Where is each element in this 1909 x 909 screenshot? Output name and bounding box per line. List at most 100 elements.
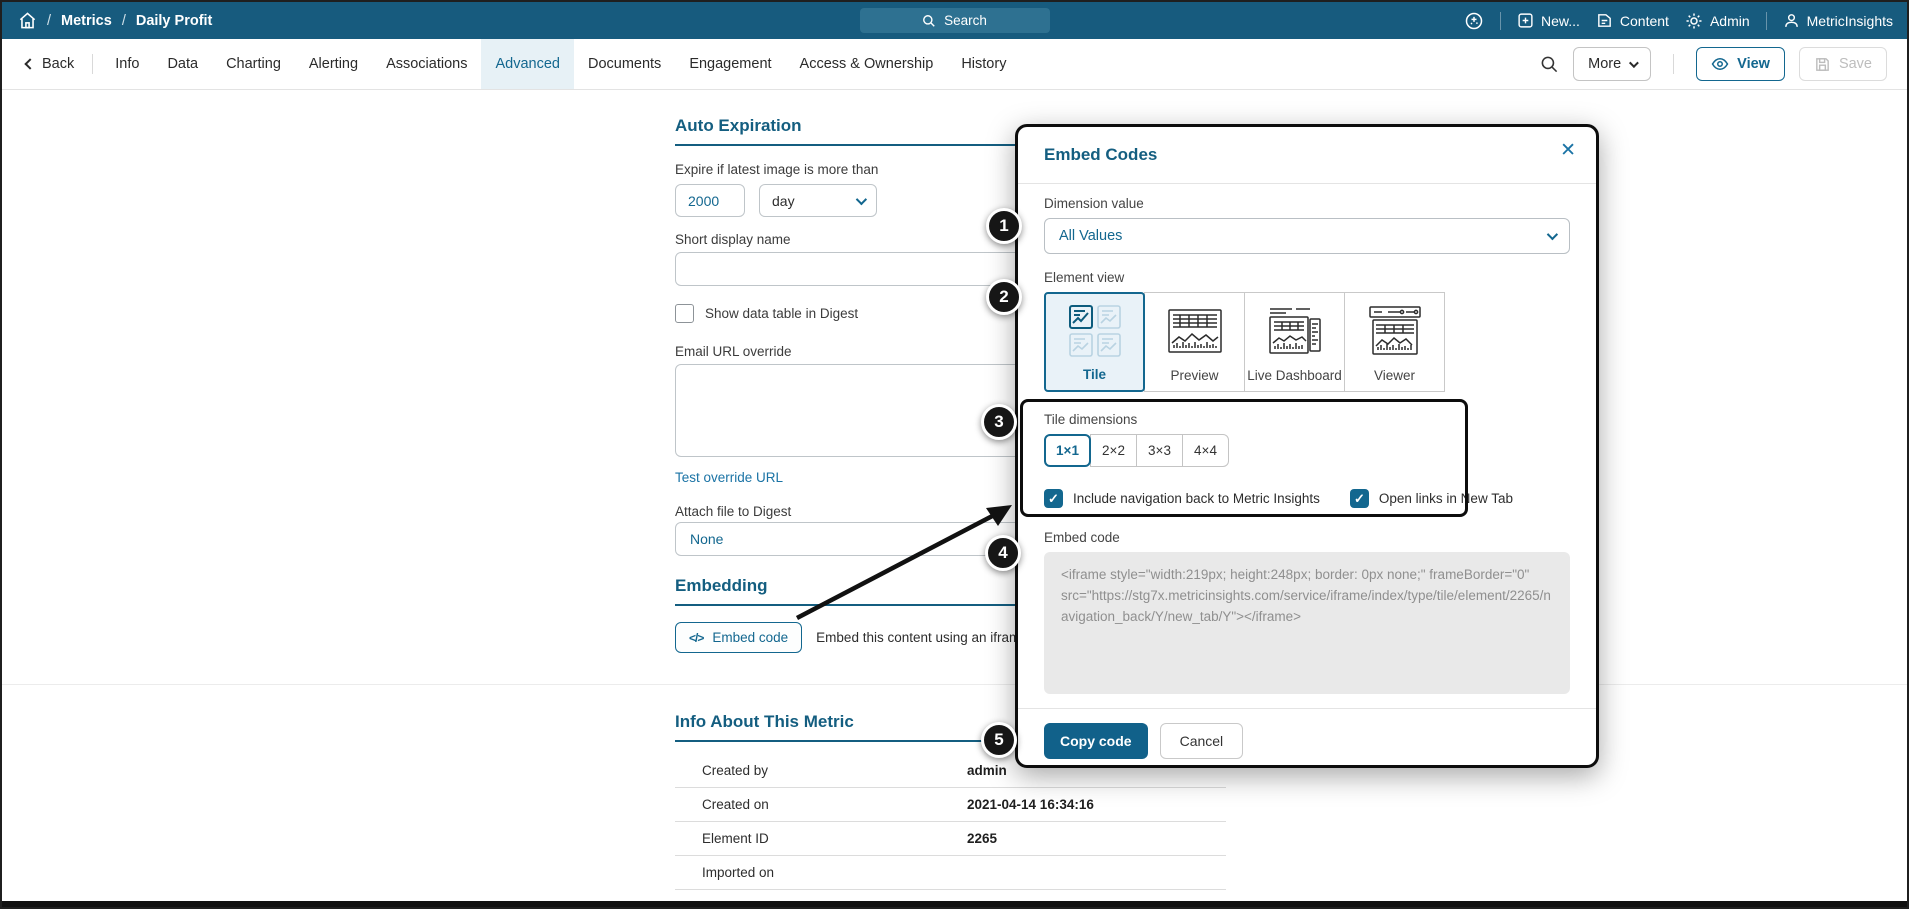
- account-label: MetricInsights: [1806, 12, 1893, 29]
- tab-advanced[interactable]: Advanced: [481, 39, 574, 89]
- row-label: Created by: [702, 763, 769, 778]
- global-search-input[interactable]: Search: [859, 8, 1050, 33]
- cancel-button[interactable]: Cancel: [1159, 723, 1244, 759]
- home-icon[interactable]: [18, 11, 37, 30]
- view-option-label: Preview: [1170, 368, 1219, 383]
- info-table: Created by admin Created on 2021-04-14 1…: [675, 754, 1226, 907]
- embedding-row: </> Embed code Embed this content using …: [675, 622, 1028, 653]
- tab-associations[interactable]: Associations: [372, 39, 481, 89]
- search-icon[interactable]: [1540, 55, 1559, 74]
- view-label: View: [1737, 56, 1770, 72]
- table-row: Created on 2021-04-14 16:34:16: [675, 788, 1226, 822]
- size-option-2x2[interactable]: 2×2: [1090, 434, 1137, 467]
- table-row: Imported on: [675, 856, 1226, 890]
- view-option-viewer[interactable]: Viewer: [1344, 292, 1445, 392]
- new-tab-checkbox-row[interactable]: ✓ Open links in New Tab: [1349, 489, 1513, 508]
- attach-file-label: Attach file to Digest: [675, 504, 792, 519]
- row-value: admin: [967, 763, 1007, 778]
- more-label: More: [1588, 56, 1622, 72]
- tab-access-ownership[interactable]: Access & Ownership: [786, 39, 948, 89]
- test-override-link[interactable]: Test override URL: [675, 470, 783, 485]
- save-label: Save: [1838, 56, 1872, 72]
- short-display-label: Short display name: [675, 232, 791, 247]
- back-button[interactable]: Back: [16, 56, 84, 72]
- tab-data[interactable]: Data: [153, 39, 212, 89]
- admin-button[interactable]: Admin: [1685, 12, 1750, 30]
- save-button[interactable]: Save: [1798, 47, 1887, 81]
- size-option-3x3[interactable]: 3×3: [1136, 434, 1183, 467]
- modal-header: Embed Codes ✕: [1018, 127, 1596, 184]
- email-override-label: Email URL override: [675, 344, 792, 359]
- tab-alerting[interactable]: Alerting: [295, 39, 372, 89]
- annotation-badge-4: 4: [985, 535, 1021, 571]
- show-digest-checkbox-row[interactable]: Show data table in Digest: [675, 304, 858, 323]
- tab-history[interactable]: History: [947, 39, 1020, 89]
- dimension-value-label: Dimension value: [1044, 196, 1144, 211]
- view-option-label: Tile: [1082, 367, 1106, 382]
- size-option-4x4[interactable]: 4×4: [1182, 434, 1229, 467]
- view-option-label: Viewer: [1373, 368, 1416, 383]
- live-dashboard-view-icon: [1266, 293, 1324, 368]
- eye-icon: [1711, 55, 1729, 73]
- view-option-live-dashboard[interactable]: Live Dashboard: [1244, 292, 1345, 392]
- viewer-view-icon: [1366, 293, 1424, 368]
- tab-info[interactable]: Info: [101, 39, 153, 89]
- element-view-label: Element view: [1044, 270, 1125, 285]
- account-button[interactable]: MetricInsights: [1783, 12, 1893, 29]
- annotation-badge-2: 2: [986, 279, 1022, 315]
- expire-value-input[interactable]: 2000: [675, 184, 745, 217]
- assistant-icon[interactable]: [1464, 11, 1484, 31]
- checkbox-checked[interactable]: ✓: [1349, 489, 1369, 508]
- nav-back-label: Include navigation back to Metric Insigh…: [1073, 491, 1320, 506]
- modal-title: Embed Codes: [1044, 145, 1158, 164]
- show-digest-label: Show data table in Digest: [705, 306, 859, 321]
- view-option-label: Live Dashboard: [1247, 368, 1342, 383]
- tab-bar-actions: More View Save: [1540, 47, 1907, 81]
- row-label: Imported on: [702, 865, 775, 880]
- tab-charting[interactable]: Charting: [212, 39, 295, 89]
- top-navbar-actions: New... Content Admin MetricInsights: [1464, 2, 1893, 39]
- breadcrumb-separator: /: [47, 12, 52, 29]
- view-option-tile[interactable]: Tile: [1044, 292, 1145, 392]
- chevron-left-icon: [24, 58, 36, 70]
- modal-body: Dimension value All Values Element view: [1018, 184, 1596, 694]
- nav-back-checkbox-row[interactable]: ✓ Include navigation back to Metric Insi…: [1044, 489, 1320, 508]
- new-button[interactable]: New...: [1517, 12, 1580, 29]
- admin-label: Admin: [1709, 12, 1750, 29]
- row-label: Created on: [702, 797, 769, 812]
- chevron-down-icon: [1629, 57, 1640, 68]
- bottom-border: [2, 901, 1907, 907]
- dimension-value-select[interactable]: All Values: [1044, 218, 1570, 254]
- embed-code-textarea[interactable]: <iframe style="width:219px; height:248px…: [1044, 552, 1570, 694]
- divider: [1500, 11, 1501, 30]
- checkbox-unchecked[interactable]: [675, 304, 694, 323]
- more-button[interactable]: More: [1573, 47, 1652, 81]
- attach-file-value: None: [690, 531, 724, 547]
- view-option-preview[interactable]: Preview: [1144, 292, 1245, 392]
- checkbox-checked[interactable]: ✓: [1044, 489, 1063, 508]
- tile-dimensions-label: Tile dimensions: [1044, 412, 1138, 427]
- expire-unit-select[interactable]: day: [759, 184, 877, 217]
- embed-code-button[interactable]: </> Embed code: [675, 622, 803, 653]
- view-button[interactable]: View: [1696, 47, 1785, 81]
- chevron-down-icon: [1546, 228, 1559, 241]
- tab-list: Back Info Data Charting Alerting Associa…: [2, 39, 1020, 89]
- modal-footer: Copy code Cancel: [1018, 708, 1596, 773]
- embed-codes-modal: Embed Codes ✕ Dimension value All Values…: [1015, 124, 1599, 768]
- annotation-badge-3: 3: [981, 404, 1017, 440]
- gear-icon: [1685, 12, 1703, 30]
- breadcrumb-metrics[interactable]: Metrics: [61, 13, 112, 29]
- tab-engagement[interactable]: Engagement: [675, 39, 785, 89]
- expire-controls: 2000 day: [675, 184, 877, 217]
- new-label: New...: [1541, 12, 1580, 29]
- back-label: Back: [42, 56, 75, 72]
- content-button[interactable]: Content: [1596, 12, 1669, 29]
- size-option-1x1[interactable]: 1×1: [1044, 434, 1091, 467]
- copy-code-button[interactable]: Copy code: [1044, 723, 1148, 759]
- new-tab-label: Open links in New Tab: [1378, 491, 1513, 506]
- close-icon[interactable]: ✕: [1560, 141, 1576, 160]
- tab-documents[interactable]: Documents: [574, 39, 675, 89]
- divider: [1765, 11, 1767, 30]
- tile-view-icon: [1067, 294, 1123, 367]
- search-placeholder: Search: [944, 13, 987, 28]
